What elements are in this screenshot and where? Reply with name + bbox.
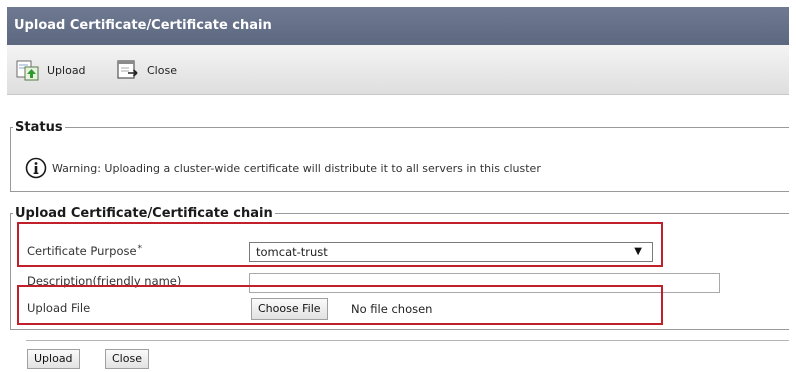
toolbar-close-label: Close <box>147 63 177 77</box>
close-window-icon <box>117 60 138 79</box>
certificate-purpose-label: Certificate Purpose* <box>27 244 143 258</box>
toolbar-close-button[interactable]: Close <box>115 57 177 83</box>
upload-section-legend: Upload Certificate/Certificate chain <box>15 206 273 221</box>
info-icon <box>25 157 47 179</box>
certificate-purpose-value: tomcat-trust <box>256 245 328 259</box>
upload-icon <box>16 60 39 81</box>
toolbar-upload-button[interactable]: Upload <box>15 57 86 83</box>
status-legend: Status <box>15 120 63 135</box>
certificate-purpose-select[interactable]: tomcat-trust ▼ <box>249 242 653 262</box>
choose-file-button[interactable]: Choose File <box>251 298 328 320</box>
upload-file-label: Upload File <box>27 301 91 315</box>
toolbar: Upload Close <box>7 45 789 95</box>
status-message: Warning: Uploading a cluster-wide certif… <box>52 161 541 175</box>
upload-button[interactable]: Upload <box>27 349 80 369</box>
description-label: Description(friendly name) <box>27 274 182 288</box>
dropdown-arrow-icon: ▼ <box>634 246 642 257</box>
divider <box>26 340 789 341</box>
description-input[interactable] <box>249 273 720 293</box>
upload-certificate-section: Upload Certificate/Certificate chain Cer… <box>10 206 789 330</box>
close-button[interactable]: Close <box>105 349 149 369</box>
status-message-row: Warning: Uploading a cluster-wide certif… <box>25 157 541 179</box>
status-section: Status Warning: Uploading a cluster-wide… <box>10 120 789 192</box>
page-title: Upload Certificate/Certificate chain <box>7 7 789 45</box>
required-mark: * <box>137 244 143 254</box>
file-status-text: No file chosen <box>351 302 433 316</box>
toolbar-upload-label: Upload <box>47 63 86 77</box>
